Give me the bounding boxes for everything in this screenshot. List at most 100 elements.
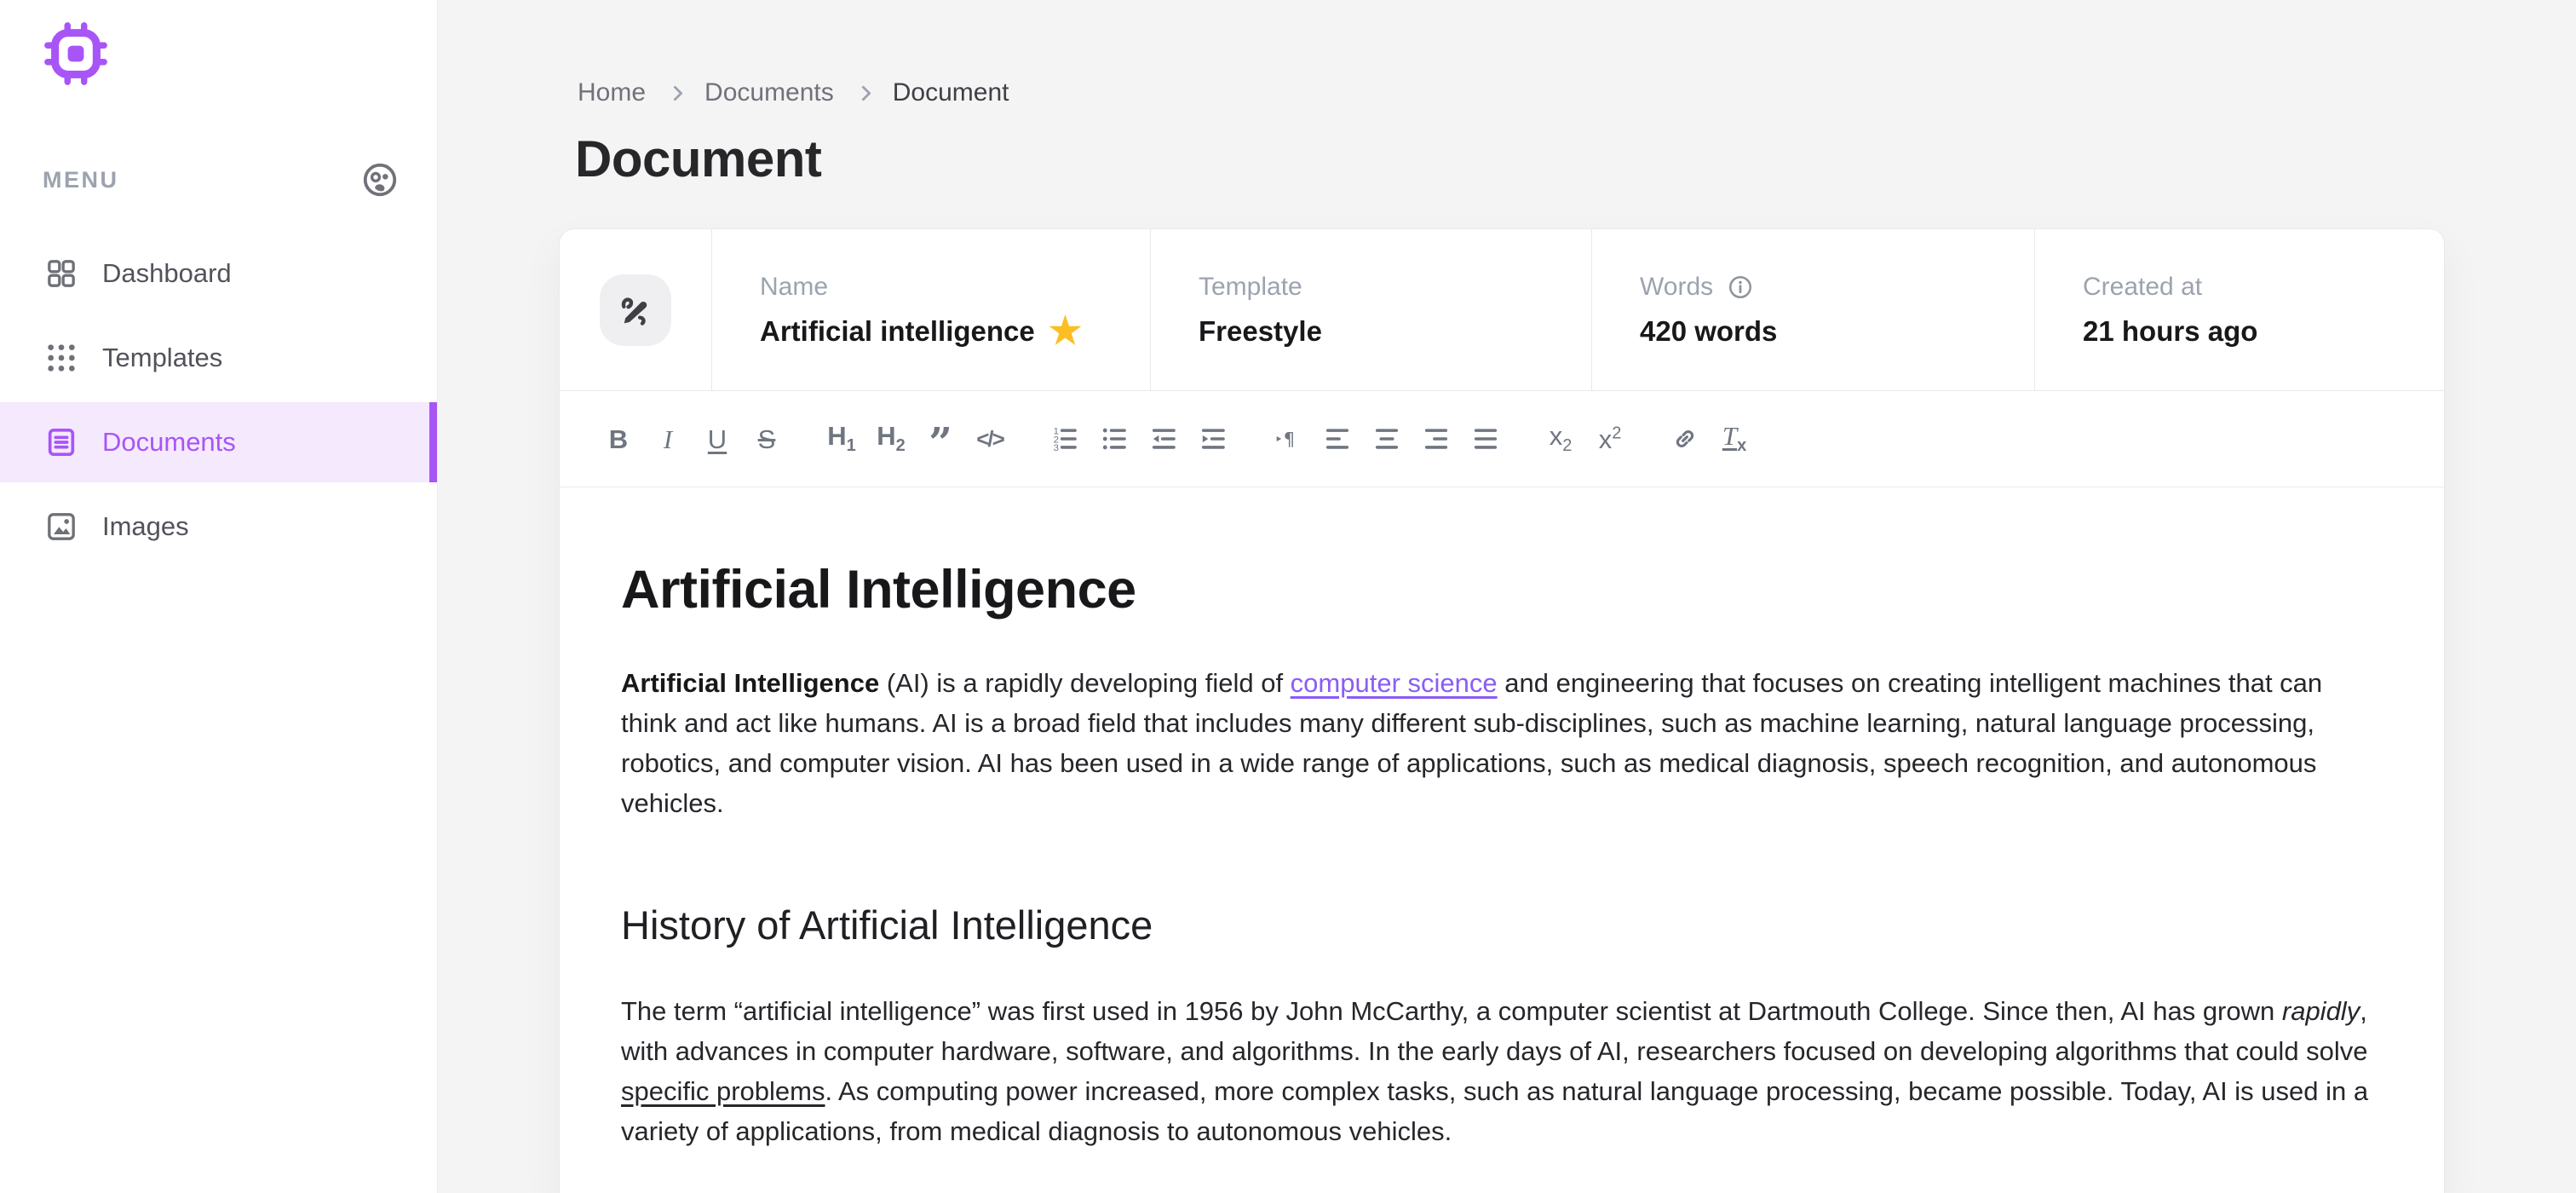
blockquote-icon: ”	[929, 419, 952, 467]
toolbar-group: B I US	[594, 410, 791, 468]
doc-text: The term “artificial intelligence” was f…	[621, 996, 2282, 1026]
subscript-button[interactable]: x2	[1536, 410, 1585, 468]
created-at-value: 21 hours ago	[2083, 314, 2258, 347]
doc-text: (AI) is a rapidly developing field of	[879, 668, 1291, 698]
outdent-button[interactable]	[1139, 410, 1188, 468]
clear-format-button[interactable]: Tx	[1710, 410, 1759, 468]
document-type-cell	[560, 229, 711, 390]
align-left-icon	[1323, 424, 1352, 453]
sidebar-item-label: Images	[102, 511, 189, 541]
sidebar-item-dashboard[interactable]: Dashboard	[0, 233, 437, 314]
sidebar-item-documents[interactable]: Documents	[0, 402, 437, 482]
editor-toolbar: B I U S H1 H2 ” </> 1 2 3 ¶ x2 x2 Tx	[560, 391, 2444, 487]
chevron-right-icon	[667, 84, 683, 101]
meta-label: Created at	[2083, 272, 2203, 301]
document-content[interactable]: Artificial Intelligence Artificial Intel…	[560, 487, 2444, 1151]
menu-header: MENU	[43, 160, 400, 199]
meta-label: Words	[1640, 272, 1714, 301]
editor-card: Name Artificial intelligence ★ Template …	[559, 228, 2445, 1193]
italic-button[interactable]: I	[643, 410, 693, 468]
meta-bar: Name Artificial intelligence ★ Template …	[560, 229, 2444, 391]
meta-cell-created: Created at 21 hours ago	[2034, 229, 2444, 390]
outdent-icon	[1149, 424, 1178, 453]
bold-icon: B	[608, 424, 629, 454]
doc-text: . As computing power increased, more com…	[621, 1076, 2369, 1146]
page-title: Document	[575, 130, 822, 187]
toolbar-group: ¶	[1263, 410, 1510, 468]
bold-button[interactable]: B	[594, 410, 643, 468]
template-value: Freestyle	[1199, 314, 1322, 347]
toolbar-group: 123	[1040, 410, 1238, 468]
align-right-button[interactable]	[1412, 410, 1461, 468]
strikethrough-button[interactable]: S	[742, 410, 791, 468]
text-direction-icon: ¶	[1274, 424, 1302, 453]
toolbar-group: H1 H2 ” </>	[817, 410, 1015, 468]
word-count-value: 420 words	[1640, 314, 1778, 347]
svg-text:3: 3	[1054, 443, 1059, 453]
doc-text: specific problems	[621, 1076, 825, 1106]
meta-label: Name	[760, 272, 829, 301]
sidebar-item-images[interactable]: Images	[0, 487, 437, 567]
link-icon	[1670, 424, 1699, 453]
breadcrumb-item-current: Document	[892, 78, 1009, 107]
quill-pen-icon	[616, 291, 655, 330]
templates-icon	[44, 341, 78, 375]
align-center-button[interactable]	[1362, 410, 1412, 468]
doc-paragraph-2: The term “artificial intelligence” was f…	[621, 991, 2383, 1151]
clear-format-icon: Tx	[1722, 421, 1747, 456]
sidebar-item-templates[interactable]: Templates	[0, 318, 437, 398]
heading2-icon: H2	[877, 421, 906, 456]
subscript-icon: x2	[1549, 421, 1573, 456]
meta-cell-words: Words 420 words	[1591, 229, 2034, 390]
blockquote-button[interactable]: ”	[916, 410, 965, 468]
info-icon[interactable]	[1727, 274, 1754, 301]
code-icon: </>	[976, 426, 1005, 452]
sidebar-nav: Dashboard Templates Documents Images	[0, 233, 437, 571]
superscript-icon: x2	[1598, 424, 1622, 455]
heading1-icon: H1	[827, 421, 856, 456]
meta-cell-name: Name Artificial intelligence ★	[711, 229, 1150, 390]
toolbar-group: x2 x2	[1536, 410, 1635, 468]
doc-paragraph-1: Artificial Intelligence (AI) is a rapidl…	[621, 663, 2383, 823]
sidebar-item-label: Templates	[102, 343, 223, 372]
favorite-star-icon[interactable]: ★	[1049, 312, 1082, 349]
profile-icon[interactable]	[360, 160, 400, 199]
indent-button[interactable]	[1188, 410, 1238, 468]
align-justify-button[interactable]	[1461, 410, 1510, 468]
doc-text: Artificial Intelligence	[621, 668, 880, 698]
unordered-list-icon	[1100, 424, 1129, 453]
app-logo-icon	[41, 20, 111, 87]
ordered-list-button[interactable]: 123	[1040, 410, 1090, 468]
superscript-button[interactable]: x2	[1585, 410, 1635, 468]
svg-text:¶: ¶	[1284, 429, 1296, 450]
align-right-icon	[1422, 424, 1451, 453]
doc-heading-2: History of Artificial Intelligence	[621, 902, 1153, 948]
meta-cell-template: Template Freestyle	[1150, 229, 1591, 390]
document-type-tile	[600, 274, 671, 346]
chevron-right-icon	[855, 84, 871, 101]
menu-label: MENU	[43, 166, 119, 193]
document-name-value: Artificial intelligence	[760, 314, 1035, 347]
meta-label: Template	[1199, 272, 1302, 301]
align-center-icon	[1372, 424, 1401, 453]
underline-icon: U	[707, 424, 727, 454]
underline-button[interactable]: U	[693, 410, 742, 468]
doc-link[interactable]: computer science	[1291, 668, 1498, 698]
italic-icon: I	[663, 424, 673, 454]
sidebar-item-label: Dashboard	[102, 258, 232, 288]
ordered-list-icon: 123	[1050, 424, 1079, 453]
heading1-button[interactable]: H1	[817, 410, 866, 468]
images-icon	[44, 510, 78, 544]
unordered-list-button[interactable]	[1090, 410, 1139, 468]
breadcrumb: Home Documents Document	[578, 78, 1009, 107]
heading2-button[interactable]: H2	[866, 410, 916, 468]
documents-icon	[44, 425, 78, 459]
text-direction-button[interactable]: ¶	[1263, 410, 1313, 468]
code-button[interactable]: </>	[965, 410, 1015, 468]
breadcrumb-item-documents[interactable]: Documents	[704, 78, 834, 107]
align-left-button[interactable]	[1313, 410, 1362, 468]
breadcrumb-item-home[interactable]: Home	[578, 78, 646, 107]
doc-text: rapidly	[2281, 996, 2360, 1026]
sidebar: MENU Dashboard Templates Documents Image…	[0, 0, 438, 1193]
link-button[interactable]	[1660, 410, 1710, 468]
